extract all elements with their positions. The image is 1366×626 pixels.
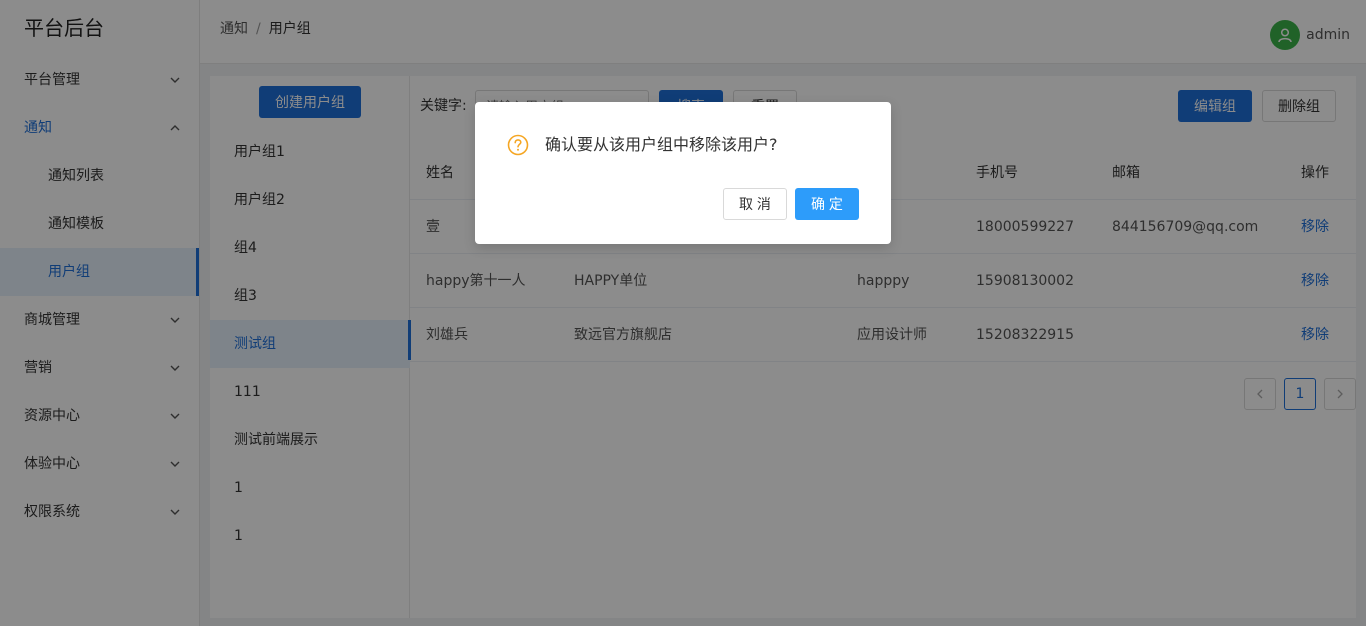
confirm-button[interactable]: 确 定 [795, 188, 859, 220]
cancel-button[interactable]: 取 消 [723, 188, 787, 220]
confirm-message: 确认要从该用户组中移除该用户? [545, 135, 778, 154]
modal-overlay[interactable] [0, 0, 1366, 626]
confirm-dialog: 确认要从该用户组中移除该用户? 取 消 确 定 [475, 102, 891, 244]
question-circle-icon [507, 134, 529, 156]
